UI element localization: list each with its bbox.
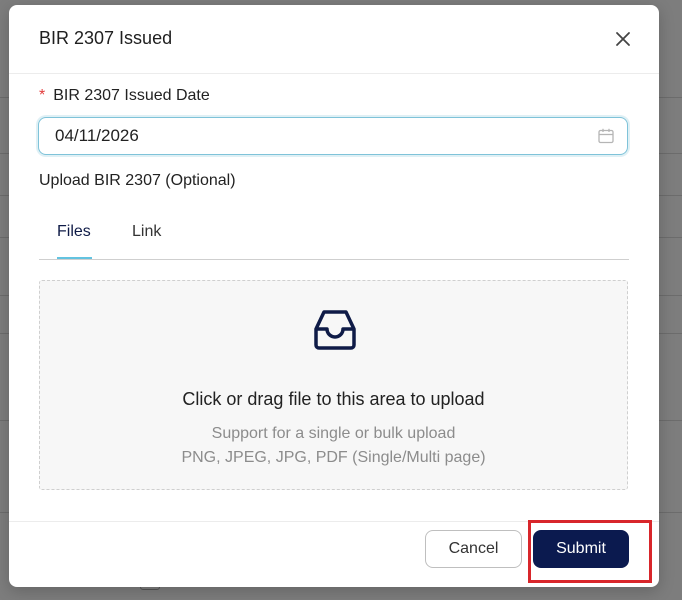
required-mark: * [39,87,46,104]
issued-date-picker[interactable] [38,117,628,155]
file-upload-dropzone[interactable]: Click or drag file to this area to uploa… [39,280,628,490]
close-icon [616,32,630,46]
dropzone-hint-bulk: Support for a single or bulk upload [211,425,456,442]
inbox-icon [314,310,356,350]
bir-2307-modal: BIR 2307 Issued * BIR 2307 Issued Date Up… [9,5,659,587]
tab-files[interactable]: Files [57,223,91,241]
modal-header: BIR 2307 Issued [9,5,659,74]
modal-title: BIR 2307 Issued [39,28,173,48]
tab-link[interactable]: Link [132,223,161,241]
modal-footer-divider [9,521,659,522]
upload-tabs: Files Link [39,213,629,260]
cancel-button[interactable]: Cancel [425,530,522,568]
close-button[interactable] [611,27,635,51]
upload-section-label: Upload BIR 2307 (Optional) [39,172,236,189]
dropzone-title: Click or drag file to this area to uploa… [182,389,485,409]
issued-date-input[interactable] [53,125,597,147]
calendar-icon[interactable] [597,127,615,145]
active-tab-indicator [57,257,92,259]
issued-date-label-text: BIR 2307 Issued Date [53,87,210,104]
issued-date-label: * BIR 2307 Issued Date [39,87,210,105]
submit-button[interactable]: Submit [533,530,629,568]
dropzone-hint-formats: PNG, JPEG, JPG, PDF (Single/Multi page) [181,449,486,466]
